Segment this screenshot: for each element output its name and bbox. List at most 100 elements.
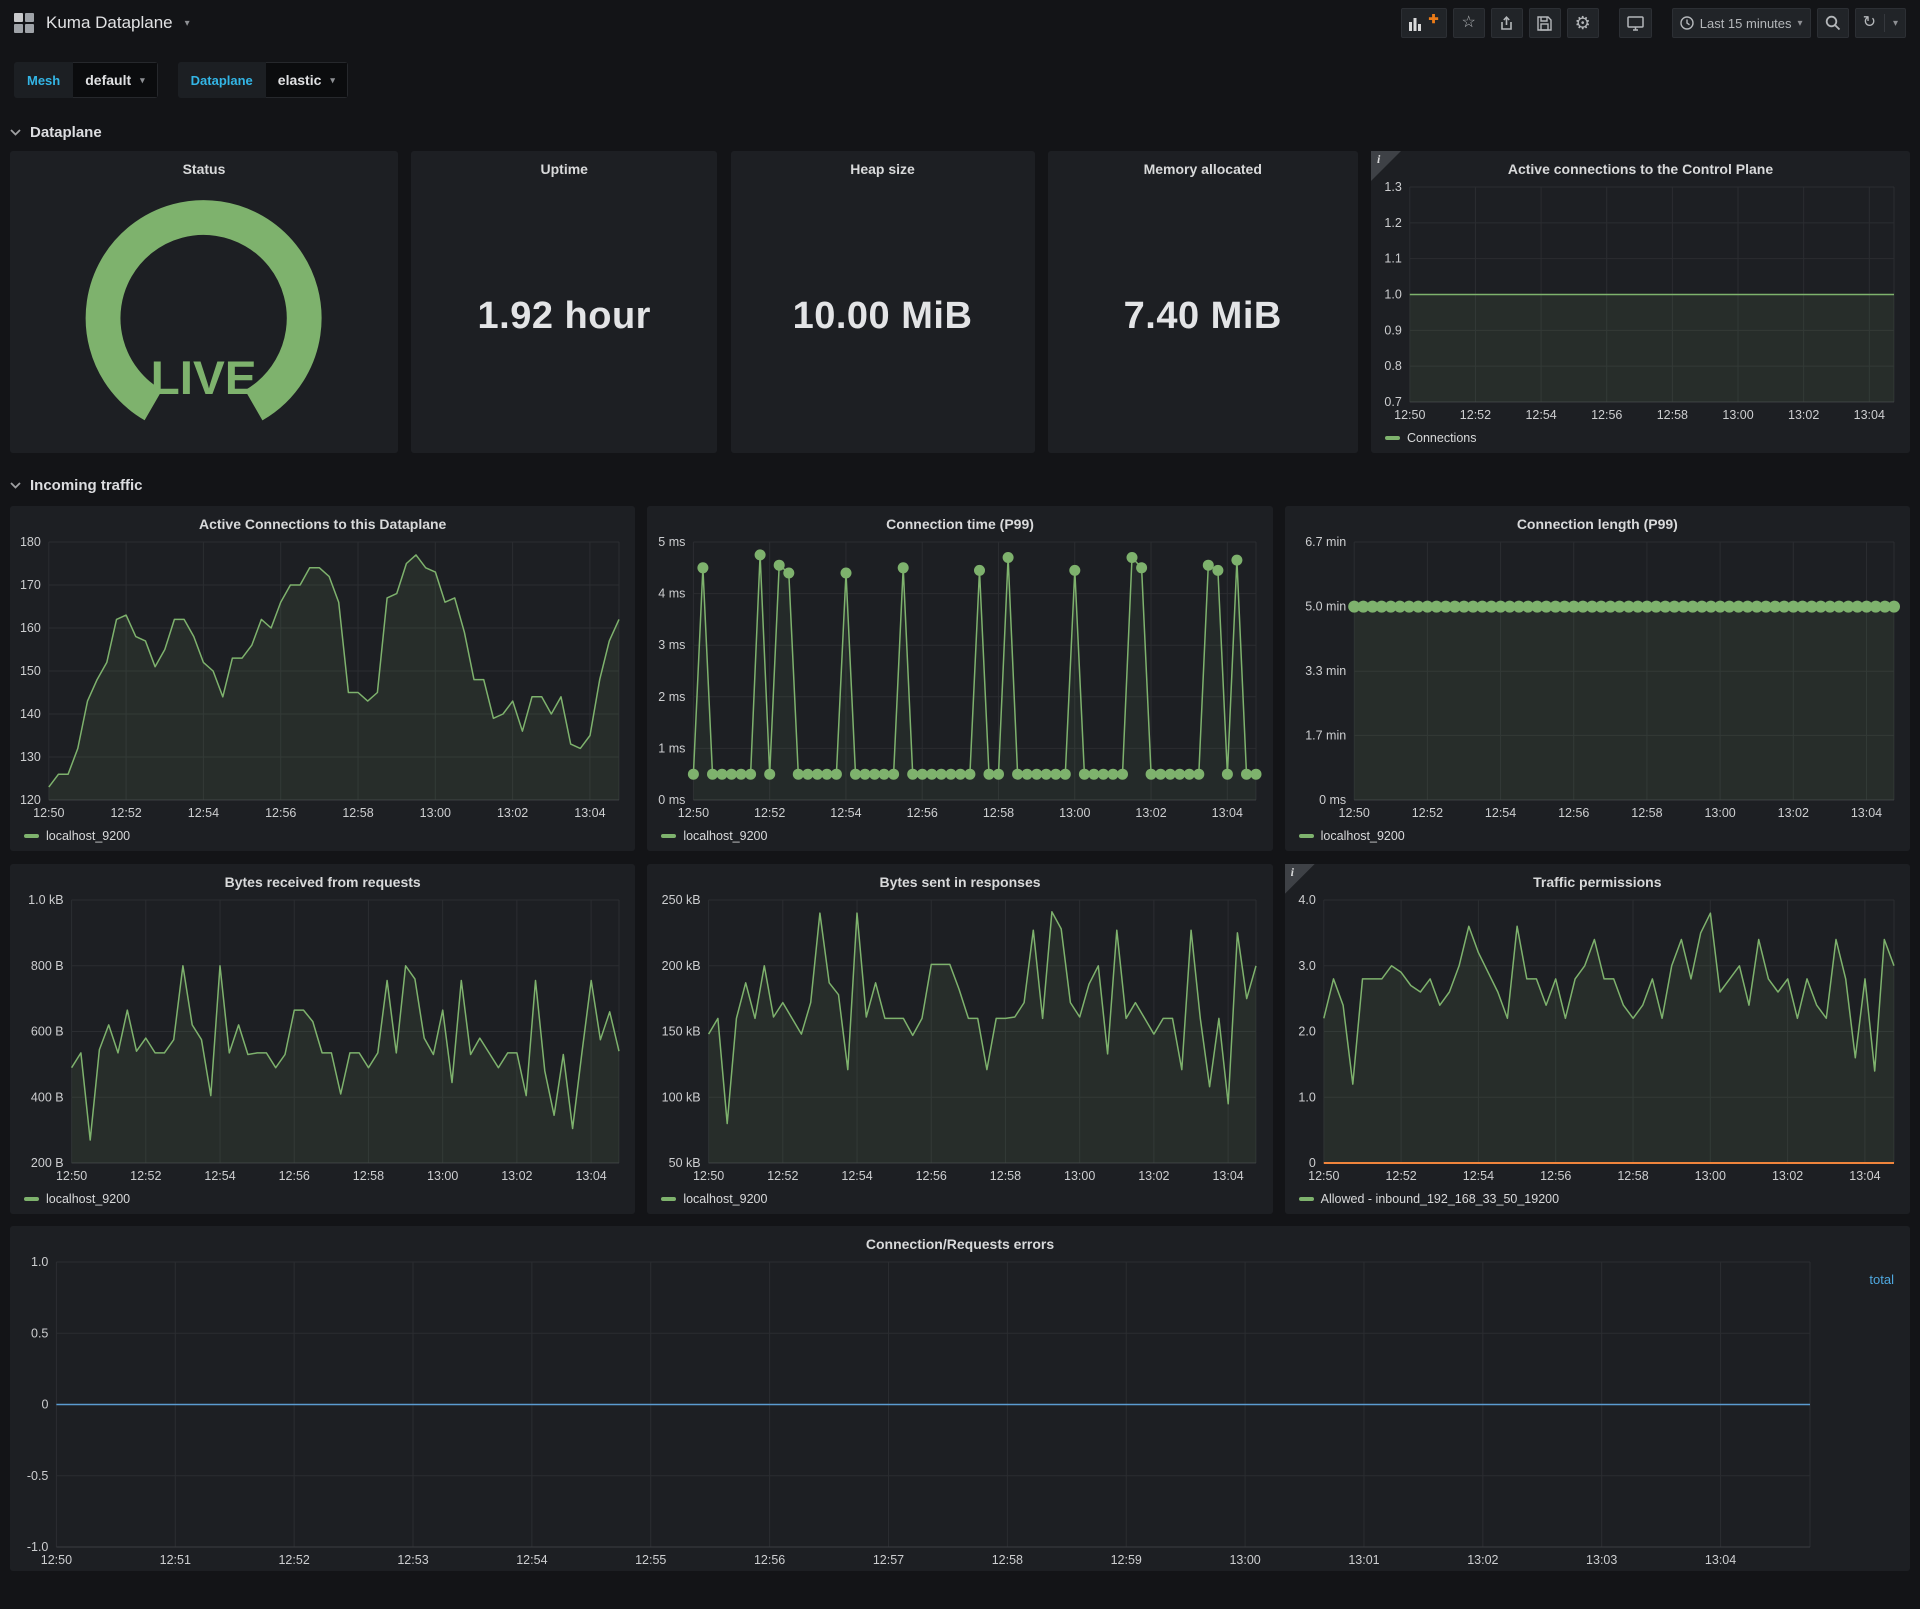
svg-text:13:00: 13:00 — [427, 1169, 458, 1183]
star-icon: ☆ — [1461, 14, 1476, 31]
share-dashboard-button[interactable] — [1490, 8, 1523, 38]
variable-dataplane-value-dropdown[interactable]: elastic ▾ — [265, 62, 348, 98]
svg-text:12:54: 12:54 — [1485, 806, 1516, 820]
legend-item[interactable]: Allowed - inbound_192_168_33_50_19200 — [1298, 1192, 1559, 1206]
svg-text:250 kB: 250 kB — [662, 893, 701, 907]
legend-series-color — [24, 833, 39, 838]
panel-connection-time: Connection time (P99) 12:50 12:52 12:54 12:… — [647, 506, 1273, 851]
panel-title[interactable]: Connection time (P99) — [647, 506, 1272, 534]
panel-title[interactable]: Connection length (P99) — [1285, 506, 1910, 534]
panel-title[interactable]: Bytes sent in responses — [647, 864, 1272, 892]
svg-text:12:54: 12:54 — [842, 1169, 873, 1183]
svg-text:600 B: 600 B — [31, 1025, 64, 1039]
panel-title[interactable]: Active Connections to this Dataplane — [10, 506, 635, 534]
chevron-down-icon: ▾ — [1892, 17, 1898, 29]
dashboard-title[interactable]: Kuma Dataplane — [46, 13, 173, 33]
chevron-down-icon: ▾ — [330, 74, 335, 85]
panel-title[interactable]: Active connections to the Control Plane — [1371, 151, 1910, 179]
zoom-out-button[interactable] — [1816, 8, 1849, 38]
chevron-down-icon — [10, 129, 21, 136]
svg-text:100 kB: 100 kB — [662, 1090, 701, 1104]
svg-text:150: 150 — [20, 664, 41, 678]
panel-title[interactable]: Memory allocated — [1048, 151, 1358, 179]
legend-item[interactable]: localhost_9200 — [24, 1192, 130, 1206]
dashboard-grid-icon[interactable] — [14, 13, 34, 33]
svg-text:12:50: 12:50 — [678, 806, 709, 820]
svg-text:12:58: 12:58 — [1657, 408, 1688, 422]
legend-item[interactable]: localhost_9200 — [1298, 829, 1405, 843]
panel-row-traffic-2: Bytes received from requests 12:50 12:52 1… — [0, 864, 1920, 1214]
svg-text:13:00: 13:00 — [1059, 806, 1090, 820]
save-dashboard-button[interactable] — [1528, 8, 1561, 38]
control-plane-connections-chart[interactable]: 12:50 12:52 12:54 12:56 12:58 13:00 13:02 13:04… — [1371, 179, 1910, 426]
legend-item[interactable]: Connections — [1385, 431, 1477, 445]
chart-legend: Allowed - inbound_192_168_33_50_19200 — [1285, 1187, 1910, 1214]
dashboard-settings-button[interactable]: ⚙ — [1566, 8, 1599, 38]
monitor-icon — [1627, 15, 1644, 31]
svg-text:0: 0 — [41, 1398, 48, 1412]
svg-text:6.7 min: 6.7 min — [1305, 535, 1346, 549]
variable-dataplane: Dataplane elastic ▾ — [177, 62, 348, 98]
svg-text:160: 160 — [20, 621, 41, 635]
legend-series-label: localhost_9200 — [683, 1191, 768, 1206]
row-toggle-incoming-traffic[interactable]: Incoming traffic — [0, 477, 1920, 494]
legend-series-color — [661, 833, 677, 838]
svg-text:13:02: 13:02 — [497, 806, 528, 820]
magnifier-icon — [1825, 15, 1840, 31]
template-variables-row: Mesh default ▾ Dataplane elastic ▾ — [14, 62, 1906, 98]
svg-text:12:54: 12:54 — [1462, 1169, 1493, 1183]
active-connections-chart[interactable]: 12:50 12:52 12:54 12:56 12:58 13:00 13:02 13:04… — [10, 534, 635, 824]
svg-text:13:04: 13:04 — [1849, 1169, 1880, 1183]
panel-title[interactable]: Uptime — [411, 151, 717, 179]
panel-uptime: Uptime 1.92 hour — [411, 151, 718, 453]
time-range-picker[interactable]: Last 15 minutes ▾ — [1671, 8, 1811, 38]
variable-mesh-value-dropdown[interactable]: default ▾ — [73, 62, 158, 98]
connection-time-chart[interactable]: 12:50 12:52 12:54 12:56 12:58 13:00 13:02 13:04… — [647, 534, 1272, 824]
svg-text:170: 170 — [20, 578, 41, 592]
bytes-received-chart[interactable]: 12:50 12:52 12:54 12:56 12:58 13:00 13:02 13:04… — [10, 892, 635, 1187]
svg-text:13:03: 13:03 — [1586, 1553, 1617, 1567]
panel-title[interactable]: Heap size — [731, 151, 1035, 179]
panel-heap-size: Heap size 10.00 MiB — [730, 151, 1035, 453]
svg-text:0: 0 — [1309, 1156, 1316, 1170]
panel-title[interactable]: Status — [10, 151, 398, 179]
heap-size-value: 10.00 MiB — [792, 294, 973, 337]
svg-text:12:56: 12:56 — [1558, 806, 1589, 820]
svg-text:13:00: 13:00 — [1064, 1169, 1095, 1183]
legend-item[interactable]: localhost_9200 — [661, 1192, 767, 1206]
errors-chart[interactable]: 12:50 12:51 12:52 12:53 12:54 12:55 12:56 12:57… — [10, 1254, 1910, 1571]
svg-text:1.0: 1.0 — [31, 1255, 48, 1269]
svg-text:12:52: 12:52 — [278, 1553, 309, 1567]
svg-text:1.2: 1.2 — [1384, 216, 1401, 230]
refresh-button[interactable]: ↻ ▾ — [1854, 8, 1906, 38]
bytes-sent-chart[interactable]: 12:50 12:52 12:54 12:56 12:58 13:00 13:02 13:04… — [647, 892, 1272, 1187]
svg-text:3.3 min: 3.3 min — [1305, 664, 1346, 678]
svg-text:13:02: 13:02 — [1467, 1553, 1498, 1567]
svg-text:13:02: 13:02 — [1136, 806, 1167, 820]
legend-item[interactable]: total — [1869, 1272, 1894, 1287]
svg-text:180: 180 — [20, 535, 41, 549]
svg-text:12:58: 12:58 — [1631, 806, 1662, 820]
svg-text:1 ms: 1 ms — [659, 741, 686, 755]
svg-text:13:01: 13:01 — [1348, 1553, 1379, 1567]
save-icon — [1537, 15, 1552, 31]
svg-text:LIVE: LIVE — [151, 353, 257, 406]
connection-length-chart[interactable]: 12:50 12:52 12:54 12:56 12:58 13:00 13:02 13:04… — [1285, 534, 1910, 824]
svg-text:12:56: 12:56 — [1591, 408, 1622, 422]
svg-text:0 ms: 0 ms — [659, 793, 686, 807]
panel-title[interactable]: Bytes received from requests — [10, 864, 635, 892]
panel-title[interactable]: Traffic permissions — [1285, 864, 1910, 892]
cycle-view-mode-button[interactable] — [1618, 8, 1652, 38]
svg-text:13:00: 13:00 — [1694, 1169, 1725, 1183]
traffic-permissions-chart[interactable]: 12:50 12:52 12:54 12:56 12:58 13:00 13:02 13:04… — [1285, 892, 1910, 1187]
legend-item[interactable]: localhost_9200 — [24, 829, 130, 843]
star-dashboard-button[interactable]: ☆ — [1452, 8, 1485, 38]
legend-item[interactable]: localhost_9200 — [661, 829, 767, 843]
svg-text:12:54: 12:54 — [204, 1169, 235, 1183]
panel-active-connections-dataplane: Active Connections to this Dataplane 12:… — [10, 506, 636, 851]
panel-title[interactable]: Connection/Requests errors — [10, 1226, 1910, 1254]
row-toggle-dataplane[interactable]: Dataplane — [0, 124, 1920, 141]
add-panel-button[interactable]: ✚ — [1400, 8, 1447, 38]
svg-text:12:56: 12:56 — [1540, 1169, 1571, 1183]
share-icon — [1500, 15, 1512, 30]
